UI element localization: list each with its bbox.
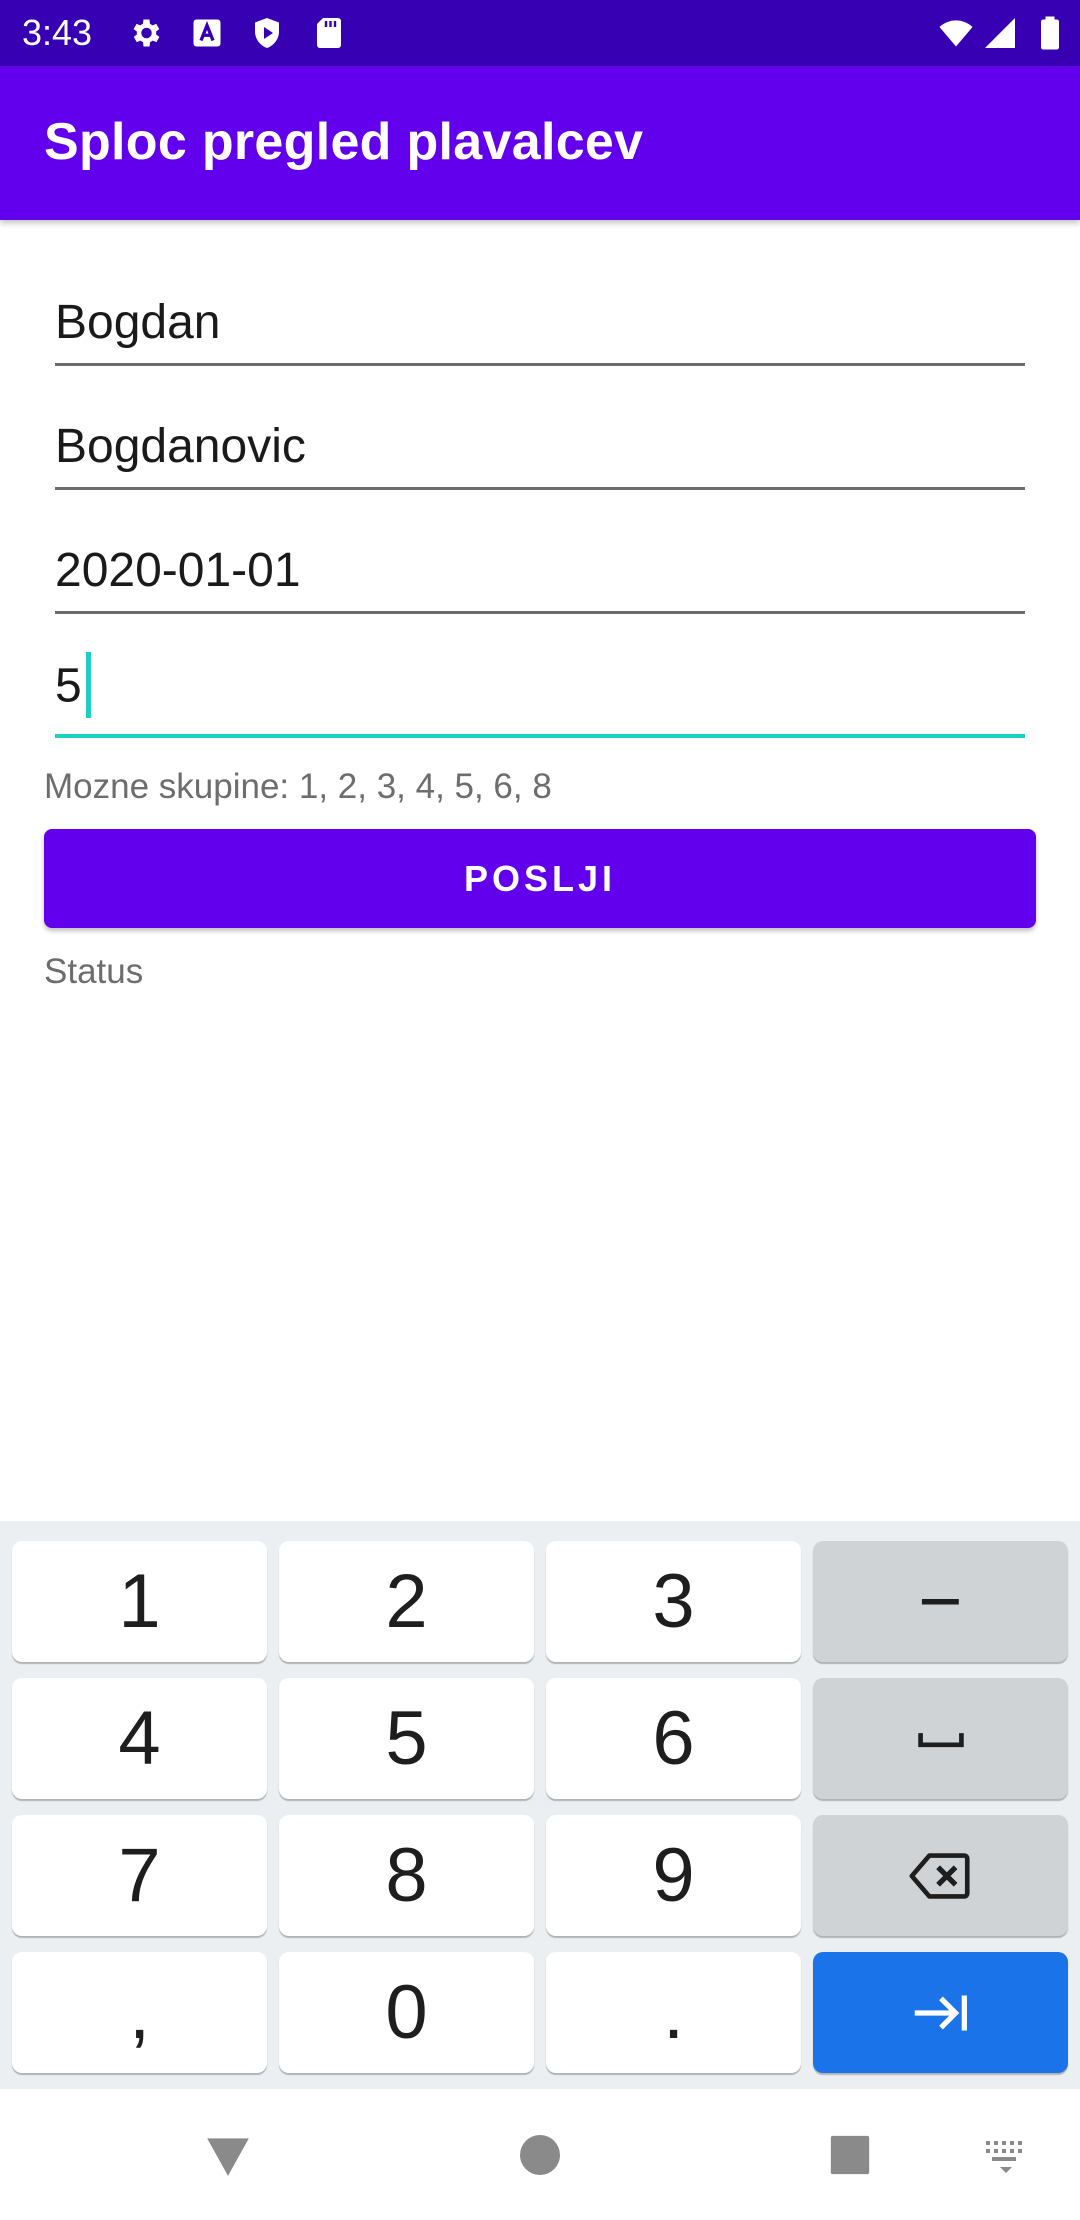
recents-icon[interactable] xyxy=(820,2125,880,2185)
keyboard-switch-icon[interactable] xyxy=(976,2125,1036,2185)
last-name-field[interactable]: Bogdanovic xyxy=(55,400,1025,490)
shield-play-icon xyxy=(247,13,287,53)
sd-card-icon xyxy=(309,13,349,53)
date-field[interactable]: 2020-01-01 xyxy=(55,524,1025,614)
key-minus[interactable]: − xyxy=(813,1541,1068,1662)
key-comma[interactable]: , xyxy=(12,1952,267,2073)
key-6[interactable]: 6 xyxy=(546,1678,801,1799)
numeric-keyboard: 1 2 3 − 4 5 6 7 8 9 , 0 . xyxy=(0,1521,1080,2089)
text-cursor xyxy=(85,652,91,718)
group-value-text: 5 xyxy=(55,659,82,713)
signal-icon xyxy=(980,13,1020,53)
home-icon[interactable] xyxy=(510,2125,570,2185)
date-value: 2020-01-01 xyxy=(55,544,301,597)
key-9[interactable]: 9 xyxy=(546,1815,801,1936)
app-bar: Sploc pregled plavalcev xyxy=(0,66,1080,220)
status-time: 3:43 xyxy=(22,12,93,53)
gear-icon xyxy=(125,13,165,53)
key-7[interactable]: 7 xyxy=(12,1815,267,1936)
key-1[interactable]: 1 xyxy=(12,1541,267,1662)
next-arrow-icon xyxy=(914,1995,967,2030)
first-name-value: Bogdan xyxy=(55,296,221,349)
group-value: 5 xyxy=(55,652,91,722)
space-icon xyxy=(917,1732,964,1747)
key-backspace[interactable] xyxy=(813,1815,1068,1936)
key-0[interactable]: 0 xyxy=(279,1952,534,2073)
backspace-icon xyxy=(909,1852,970,1899)
key-next[interactable] xyxy=(813,1952,1068,2073)
group-field[interactable]: 5 xyxy=(55,648,1025,738)
send-button[interactable]: POSLJI xyxy=(44,829,1036,928)
key-space[interactable] xyxy=(813,1678,1068,1799)
status-label: Status xyxy=(44,952,144,991)
key-3[interactable]: 3 xyxy=(546,1541,801,1662)
wifi-icon xyxy=(936,13,976,53)
navigation-bar xyxy=(0,2089,1080,2220)
key-2[interactable]: 2 xyxy=(279,1541,534,1662)
last-name-value: Bogdanovic xyxy=(55,420,306,473)
first-name-field[interactable]: Bogdan xyxy=(55,276,1025,366)
back-icon[interactable] xyxy=(198,2125,258,2185)
group-hint: Mozne skupine: 1, 2, 3, 4, 5, 6, 8 xyxy=(44,767,552,806)
key-period[interactable]: . xyxy=(546,1952,801,2073)
key-4[interactable]: 4 xyxy=(12,1678,267,1799)
key-8[interactable]: 8 xyxy=(279,1815,534,1936)
battery-icon xyxy=(1030,13,1070,53)
a-badge-icon xyxy=(187,13,227,53)
status-bar: 3:43 xyxy=(0,0,1080,66)
key-5[interactable]: 5 xyxy=(279,1678,534,1799)
app-title: Sploc pregled plavalcev xyxy=(44,113,644,171)
